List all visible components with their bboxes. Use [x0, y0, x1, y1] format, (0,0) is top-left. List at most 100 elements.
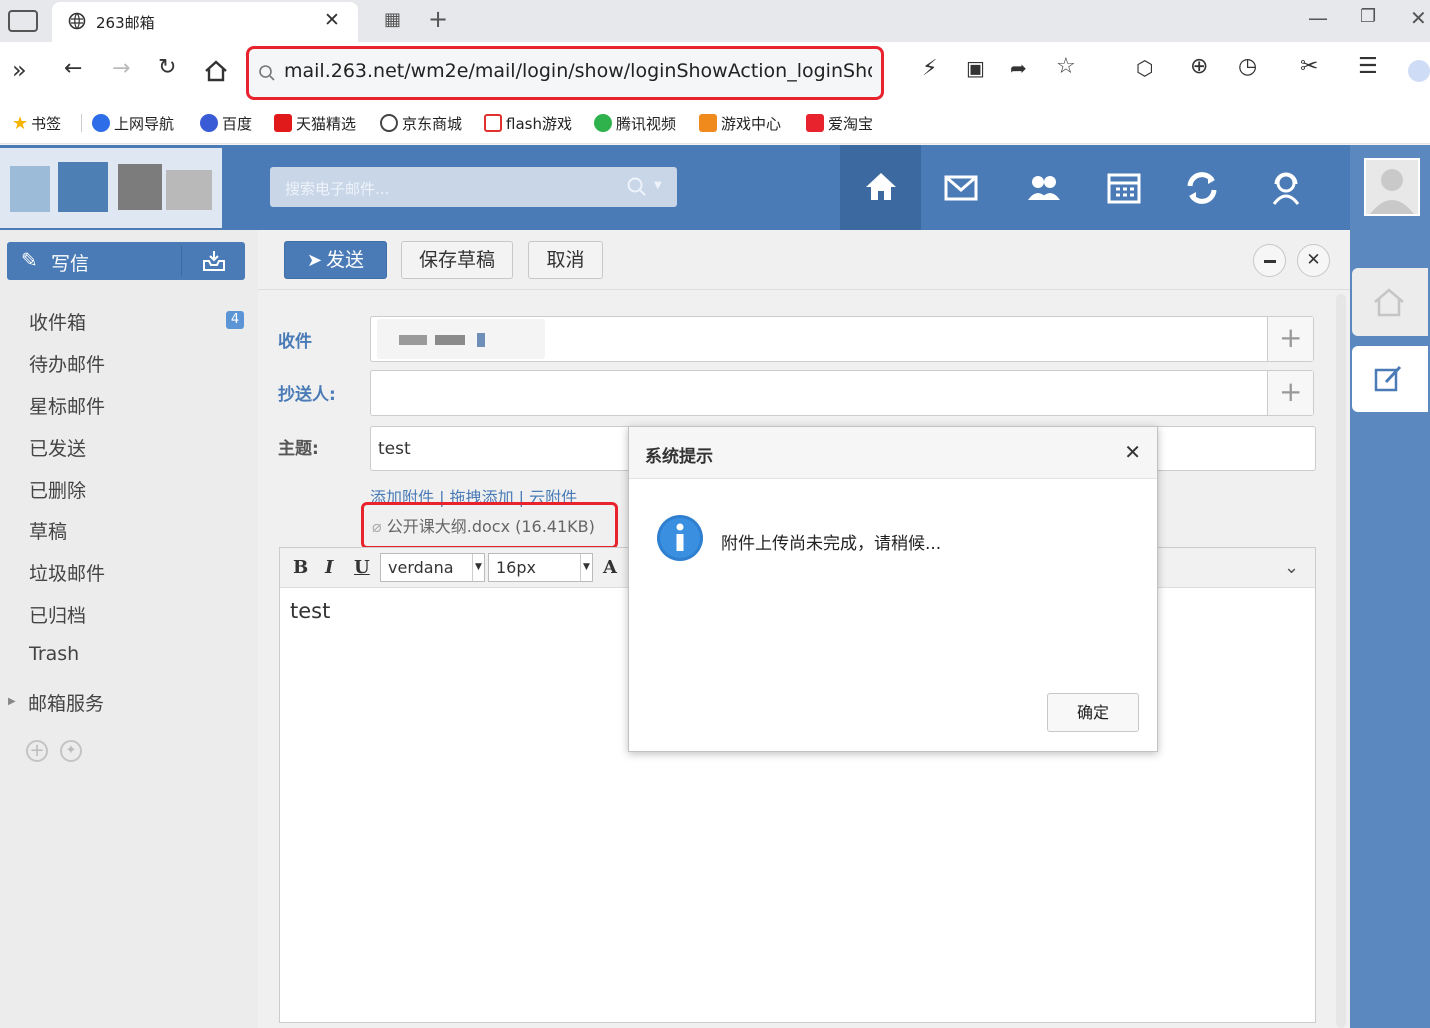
bookmark-label: 天猫精选 [296, 114, 357, 133]
plus-icon: + [1279, 321, 1303, 354]
bookmark-item[interactable]: 京东商城 [380, 102, 462, 144]
share-icon[interactable]: ➦ [1010, 56, 1027, 80]
font-family-select[interactable]: verdana ▼ [380, 553, 485, 582]
bookmark-item[interactable]: 爱淘宝 [806, 102, 873, 144]
minimize-compose-button[interactable] [1253, 244, 1286, 277]
tab-title: 263邮箱 [96, 14, 155, 32]
ok-button[interactable]: 确定 [1047, 693, 1139, 732]
sync-icon[interactable] [1182, 168, 1222, 208]
reload-icon[interactable]: ↻ [158, 55, 176, 80]
bold-icon[interactable]: B [293, 557, 308, 578]
recipient-chip[interactable] [377, 319, 545, 359]
expand-toolbar-icon[interactable]: ⌄ [1284, 557, 1299, 578]
history-icon[interactable]: ◷ [1238, 54, 1257, 79]
avatar[interactable] [1364, 158, 1420, 216]
italic-icon[interactable]: I [325, 557, 333, 578]
paper-plane-icon: ➤ [306, 250, 323, 271]
reader-icon[interactable]: ▣ [966, 56, 985, 80]
sidebar-item-spam[interactable]: 垃圾邮件 [29, 559, 105, 586]
sidebar-item-archived[interactable]: 已归档 [29, 601, 86, 628]
nav-home-button[interactable] [840, 145, 921, 230]
scrollbar[interactable] [1336, 294, 1346, 1028]
bookmark-item[interactable]: 腾讯视频 [594, 102, 676, 144]
expand-arrow-icon[interactable]: ▶ [8, 696, 16, 707]
back-icon[interactable]: ← [64, 56, 82, 81]
close-window-icon[interactable]: ✕ [1410, 6, 1427, 30]
bookmark-item[interactable]: 游戏中心 [699, 102, 781, 144]
font-size-select[interactable]: 16px ▼ [488, 553, 593, 582]
bookmark-label: 爱淘宝 [828, 114, 874, 133]
gamepad-icon [699, 114, 717, 132]
extensions-icon[interactable]: ⬡ [1136, 56, 1153, 80]
dialog-title: 系统提示 [645, 447, 713, 467]
grid-icon[interactable]: ▦ [384, 9, 401, 30]
forward-icon[interactable]: → [112, 56, 130, 81]
subject-value: test [378, 439, 411, 459]
search-icon[interactable] [626, 176, 648, 198]
bookmark-item[interactable]: 天猫精选 [274, 102, 356, 144]
new-tab-icon[interactable]: + [428, 5, 448, 33]
sidebar-item-trash[interactable]: Trash [29, 643, 79, 665]
bookmark-item[interactable]: ★ 书签 [12, 102, 61, 144]
bookmark-label: 书签 [31, 114, 62, 133]
sidebar-item-todo[interactable]: 待办邮件 [29, 350, 105, 377]
contacts-icon[interactable] [1024, 168, 1064, 208]
home-icon[interactable] [204, 60, 228, 82]
minimize-icon[interactable]: — [1308, 6, 1328, 30]
scissors-icon[interactable]: ✂ [1300, 54, 1318, 79]
sidebar-item-mail-service[interactable]: 邮箱服务 [28, 689, 104, 716]
compose-button[interactable]: ✎ 写信 [7, 242, 245, 280]
inbox-icon[interactable] [201, 249, 227, 273]
bookmark-item[interactable]: 百度 [200, 102, 252, 144]
wrench-icon[interactable]: ✦ [60, 740, 82, 762]
baidu-icon [200, 114, 218, 132]
bookmark-label: 百度 [222, 114, 253, 133]
home-icon [866, 173, 896, 200]
profile-icon[interactable] [1408, 60, 1430, 82]
favorite-icon[interactable]: ☆ [1056, 54, 1076, 79]
sidebar-item-starred[interactable]: 星标邮件 [29, 392, 105, 419]
lightning-icon[interactable]: ⚡ [922, 56, 937, 81]
download-icon[interactable]: ⊕ [1190, 54, 1208, 79]
sidebar-item-drafts[interactable]: 草稿 [29, 517, 67, 544]
attachment-highlight [361, 502, 618, 549]
add-recipient-button[interactable]: + [1267, 317, 1313, 361]
font-color-icon[interactable]: A [603, 557, 617, 578]
globe-icon [68, 12, 86, 30]
underline-icon[interactable]: U [354, 557, 370, 578]
menu-icon[interactable]: ☰ [1358, 54, 1378, 79]
sidebar-item-deleted[interactable]: 已删除 [29, 476, 86, 503]
expand-icon[interactable]: » [12, 56, 27, 84]
mail-icon[interactable] [941, 168, 981, 208]
send-button[interactable]: ➤ 发送 [284, 241, 387, 279]
logo [0, 148, 222, 228]
add-folder-icon[interactable]: + [26, 740, 48, 762]
sidebar-item-sent[interactable]: 已发送 [29, 434, 86, 461]
save-draft-button[interactable]: 保存草稿 [401, 241, 513, 279]
browser-tab[interactable]: 263邮箱 ✕ [52, 2, 358, 42]
close-compose-button[interactable]: ✕ [1297, 244, 1330, 277]
close-icon[interactable]: ✕ [1124, 440, 1141, 464]
subject-label: 主题: [278, 439, 319, 459]
bookmark-item[interactable]: flash游戏 [484, 102, 572, 144]
cancel-button[interactable]: 取消 [528, 241, 603, 279]
to-field[interactable]: + [370, 316, 1314, 362]
right-home-button[interactable] [1352, 268, 1428, 336]
calendar-icon[interactable] [1104, 168, 1144, 208]
mail-body-text[interactable]: test [290, 599, 330, 623]
restore-icon[interactable]: ❐ [1360, 6, 1376, 27]
right-compose-button[interactable] [1352, 346, 1428, 412]
compose-label: 写信 [51, 253, 90, 275]
bookmark-item[interactable]: 上网导航 [92, 102, 174, 144]
plus-icon: + [1279, 375, 1303, 408]
navigation-icon [92, 114, 110, 132]
cc-field[interactable]: + [370, 370, 1314, 416]
add-cc-button[interactable]: + [1267, 371, 1313, 415]
feather-icon: ✎ [21, 248, 38, 272]
url-text[interactable]: mail.263.net/wm2e/mail/login/show/loginS… [284, 60, 872, 82]
support-icon[interactable] [1266, 168, 1306, 208]
sidebar-item-inbox[interactable]: 收件箱 [29, 308, 86, 335]
sidebar-toggle-icon[interactable] [8, 10, 38, 32]
close-tab-icon[interactable]: ✕ [324, 9, 340, 31]
search-dropdown-icon[interactable]: ▼ [654, 180, 662, 191]
